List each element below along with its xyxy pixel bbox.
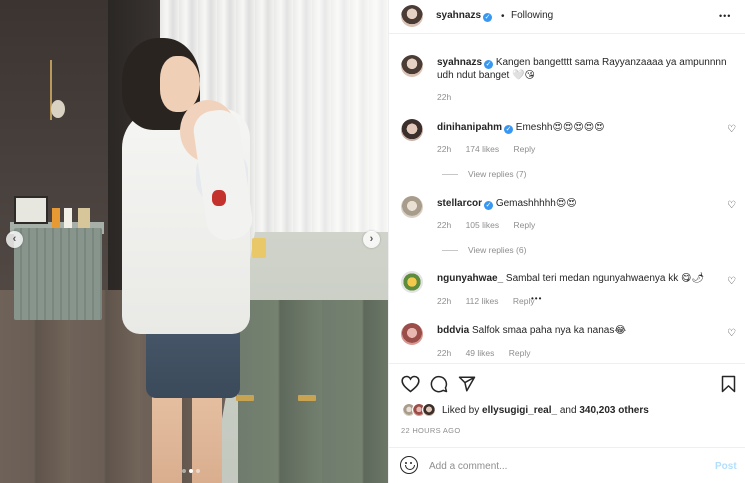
avatar[interactable] (401, 5, 423, 27)
comment-text: Gemashhhhh😍😍 (495, 198, 577, 209)
comment: ngunyahwae_ Sambal teri medan ngunyahwae… (437, 272, 717, 285)
photo-cabinet (238, 300, 388, 483)
comment-username-text[interactable]: stellarcor (437, 198, 482, 209)
comment-time[interactable]: 22h (437, 348, 451, 358)
post-timestamp[interactable]: 22 HOURS AGO (401, 426, 460, 435)
view-replies-button[interactable]: View replies (7) (442, 169, 526, 179)
photo-cabinet-handle (236, 395, 254, 401)
liked-middle: and (557, 405, 580, 416)
comment-likes[interactable]: 174 likes (466, 144, 500, 154)
comment-username-text[interactable]: dinihanipahm (437, 122, 502, 133)
comment: stellarcor ✓ Gemashhhhh😍😍 (437, 197, 717, 210)
author-username[interactable]: syahnazs ✓ (436, 10, 493, 22)
caption-meta: 22h (437, 92, 463, 102)
chevron-right-icon: › (369, 233, 374, 245)
comment: bddvia Salfok smaa paha nya ka nanas😂 (437, 324, 717, 337)
comment-username[interactable]: ngunyahwae_ (437, 273, 503, 284)
more-options-icon[interactable]: ••• (719, 11, 731, 21)
reply-button[interactable]: Reply (514, 144, 536, 154)
caption: syahnazs ✓ Kangen bangetttt sama Rayyanza… (437, 56, 727, 82)
photo-jar (252, 238, 266, 258)
comment-likes[interactable]: 112 likes (466, 296, 499, 306)
liked-by-text: Liked by ellysugigi_real_ and 340,203 ot… (442, 405, 649, 416)
photo-cabinet-handle (298, 395, 316, 401)
comment-username[interactable]: stellarcor ✓ (437, 198, 494, 210)
carousel-dot (196, 469, 200, 473)
liked-count[interactable]: 340,203 others (579, 405, 649, 416)
comment-time[interactable]: 22h (437, 296, 451, 306)
comment-text: Salfok smaa paha nya ka nanas😂 (472, 325, 627, 336)
comment-username[interactable]: dinihanipahm ✓ (437, 122, 513, 134)
chevron-left-icon: ‹ (12, 233, 17, 245)
comment-likes[interactable]: 105 likes (466, 220, 500, 230)
photo-bottles (52, 208, 90, 228)
caption-username[interactable]: syahnazs ✓ (437, 57, 494, 69)
comment-meta: 22h 49 likes Reply (437, 348, 543, 358)
view-replies-button[interactable]: View replies (6) (442, 245, 526, 255)
carousel-dot (189, 469, 193, 473)
photo-toy (212, 190, 226, 206)
avatar[interactable] (401, 323, 423, 345)
post-photo[interactable]: ‹ › (0, 0, 388, 483)
avatar[interactable] (401, 55, 423, 77)
carousel-dot (182, 469, 186, 473)
follow-separator: • (501, 11, 505, 22)
avatar[interactable] (401, 119, 423, 141)
comment-text: Sambal teri medan ngunyahwaenya kk 😋🌶 (505, 273, 705, 284)
instagram-post: ‹ › syahnazs ✓ • Following ••• syahnazs ✓ … (0, 0, 745, 483)
comment-like-icon[interactable]: ♡ (727, 125, 736, 135)
verified-badge-icon: ✓ (504, 125, 513, 134)
share-icon[interactable] (458, 375, 476, 393)
liked-user[interactable]: ellysugigi_real_ (482, 405, 557, 416)
liked-by-avatars[interactable] (402, 403, 440, 417)
photo-nightstand (14, 228, 102, 320)
emoji-icon[interactable] (400, 456, 418, 474)
verified-badge-icon: ✓ (483, 12, 493, 22)
photo-lamp-bulb (51, 100, 65, 118)
post-comment-button[interactable]: Post (715, 461, 737, 472)
comment-time[interactable]: 22h (437, 220, 451, 230)
post-side-panel: syahnazs ✓ • Following ••• syahnazs ✓ Kang… (388, 0, 745, 483)
comment-like-icon[interactable]: ♡ (727, 201, 736, 211)
comment-like-icon[interactable]: ♡ (727, 329, 736, 339)
caption-username-text[interactable]: syahnazs (437, 57, 482, 68)
comment-meta: 22h 174 likes Reply (437, 144, 547, 154)
comment-like-icon[interactable]: ♡ (727, 277, 736, 287)
verified-badge-icon: ✓ (484, 201, 494, 210)
liked-prefix: Liked by (442, 405, 483, 416)
post-header: syahnazs ✓ • Following ••• (389, 0, 745, 34)
caption-time[interactable]: 22h (437, 92, 451, 102)
heart-icon[interactable] (401, 375, 420, 393)
bookmark-icon[interactable] (721, 375, 736, 393)
verified-badge-icon: ✓ (484, 60, 494, 69)
comment-username[interactable]: bddvia (437, 325, 469, 336)
avatar (422, 403, 436, 417)
following-button[interactable]: Following (511, 10, 553, 21)
reply-button[interactable]: Reply (509, 348, 531, 358)
carousel-prev-button[interactable]: ‹ (6, 231, 23, 248)
photo-picture-frame (14, 196, 48, 224)
comment-likes[interactable]: 49 likes (466, 348, 495, 358)
avatar[interactable] (401, 271, 423, 293)
carousel-dots (182, 469, 200, 473)
comment: dinihanipahm ✓ Emeshh😍😍😍😍😍 (437, 121, 717, 134)
comment-time[interactable]: 22h (437, 144, 451, 154)
comment-icon[interactable] (430, 375, 448, 393)
reply-button[interactable]: Reply (514, 220, 536, 230)
avatar[interactable] (401, 196, 423, 218)
author-username-text[interactable]: syahnazs (436, 10, 481, 21)
comment-text: Emeshh😍😍😍😍😍 (515, 122, 605, 133)
comment-meta: 22h 105 likes Reply (437, 220, 547, 230)
add-comment-bar: Post (389, 447, 745, 483)
comment-input[interactable] (429, 458, 699, 474)
carousel-next-button[interactable]: › (363, 231, 380, 248)
comment-options-icon[interactable]: ••• (531, 294, 542, 303)
